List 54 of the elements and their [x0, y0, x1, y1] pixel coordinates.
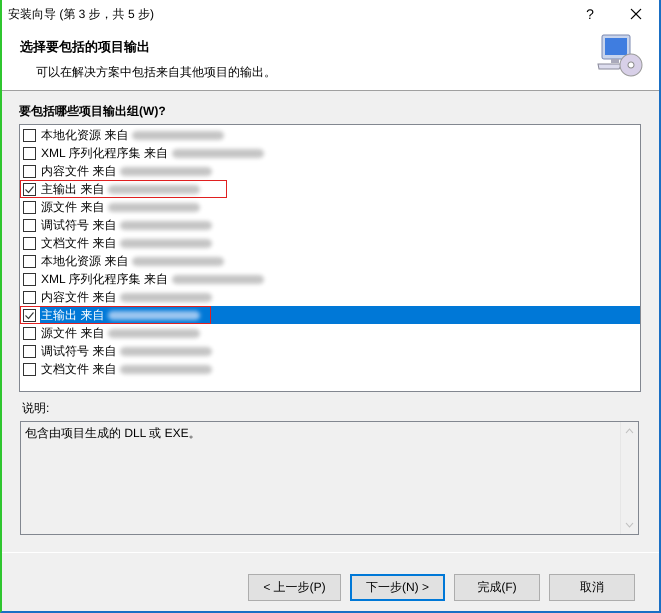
checkbox[interactable] — [23, 200, 36, 214]
checkbox[interactable] — [23, 164, 36, 178]
list-item[interactable]: 本地化资源 来自 — [20, 126, 640, 144]
wizard-button[interactable]: 下一步(N) > — [350, 574, 445, 601]
list-item[interactable]: 本地化资源 来自 — [20, 252, 640, 270]
checkbox[interactable] — [23, 344, 36, 358]
item-label: XML 序列化程序集 来自 — [41, 145, 168, 162]
page-subtitle: 可以在解决方案中包括来自其他项目的输出。 — [35, 64, 277, 81]
list-item[interactable]: 内容文件 来自 — [20, 288, 640, 306]
groups-label: 要包括哪些项目输出组(W)? — [19, 103, 167, 120]
item-label: 源文件 来自 — [41, 325, 104, 342]
window-title: 安装向导 (第 3 步，共 5 步) — [8, 6, 156, 22]
item-label: 文档文件 来自 — [41, 235, 116, 252]
checkbox[interactable] — [23, 362, 36, 376]
item-label: 本地化资源 来自 — [41, 253, 128, 270]
computer-disc-icon — [597, 34, 643, 78]
list-item[interactable]: XML 序列化程序集 来自 — [20, 270, 640, 288]
item-label: 本地化资源 来自 — [41, 127, 128, 144]
checkbox[interactable] — [23, 218, 36, 232]
checkbox[interactable] — [23, 326, 36, 340]
item-label: 调试符号 来自 — [41, 217, 116, 234]
item-label: 主输出 来自 — [41, 307, 104, 324]
item-label: 内容文件 来自 — [41, 163, 116, 180]
item-label: XML 序列化程序集 来自 — [41, 271, 168, 288]
checkbox[interactable] — [23, 272, 36, 286]
list-item[interactable]: 文档文件 来自 — [20, 360, 640, 378]
checkbox[interactable] — [23, 308, 36, 322]
checkbox[interactable] — [23, 182, 36, 196]
list-item[interactable]: 源文件 来自 — [20, 198, 640, 216]
list-item[interactable]: 内容文件 来自 — [20, 162, 640, 180]
item-label: 源文件 来自 — [41, 199, 104, 216]
item-label: 内容文件 来自 — [41, 289, 116, 306]
checkbox[interactable] — [23, 290, 36, 304]
checkbox[interactable] — [23, 146, 36, 160]
description-label: 说明: — [22, 400, 50, 417]
list-item[interactable]: 主输出 来自 — [20, 180, 640, 198]
list-item[interactable]: 文档文件 来自 — [20, 234, 640, 252]
checkbox[interactable] — [23, 128, 36, 142]
list-item[interactable]: XML 序列化程序集 来自 — [20, 144, 640, 162]
list-item[interactable]: 调试符号 来自 — [20, 216, 640, 234]
checkbox[interactable] — [23, 236, 36, 250]
description-text: 包含由项目生成的 DLL 或 EXE。 — [24, 425, 202, 442]
list-item[interactable]: 调试符号 来自 — [20, 342, 640, 360]
page-title: 选择要包括的项目输出 — [20, 38, 151, 56]
list-item[interactable]: 源文件 来自 — [20, 324, 640, 342]
close-icon — [630, 8, 642, 20]
wizard-button[interactable]: 取消 — [549, 574, 635, 601]
item-label: 调试符号 来自 — [41, 343, 116, 360]
help-button[interactable]: ? — [567, 0, 613, 28]
wizard-button[interactable]: 完成(F) — [454, 574, 540, 601]
item-label: 主输出 来自 — [41, 181, 104, 198]
checkbox[interactable] — [23, 254, 36, 268]
item-label: 文档文件 来自 — [41, 361, 116, 378]
wizard-button[interactable]: < 上一步(P) — [248, 574, 341, 601]
